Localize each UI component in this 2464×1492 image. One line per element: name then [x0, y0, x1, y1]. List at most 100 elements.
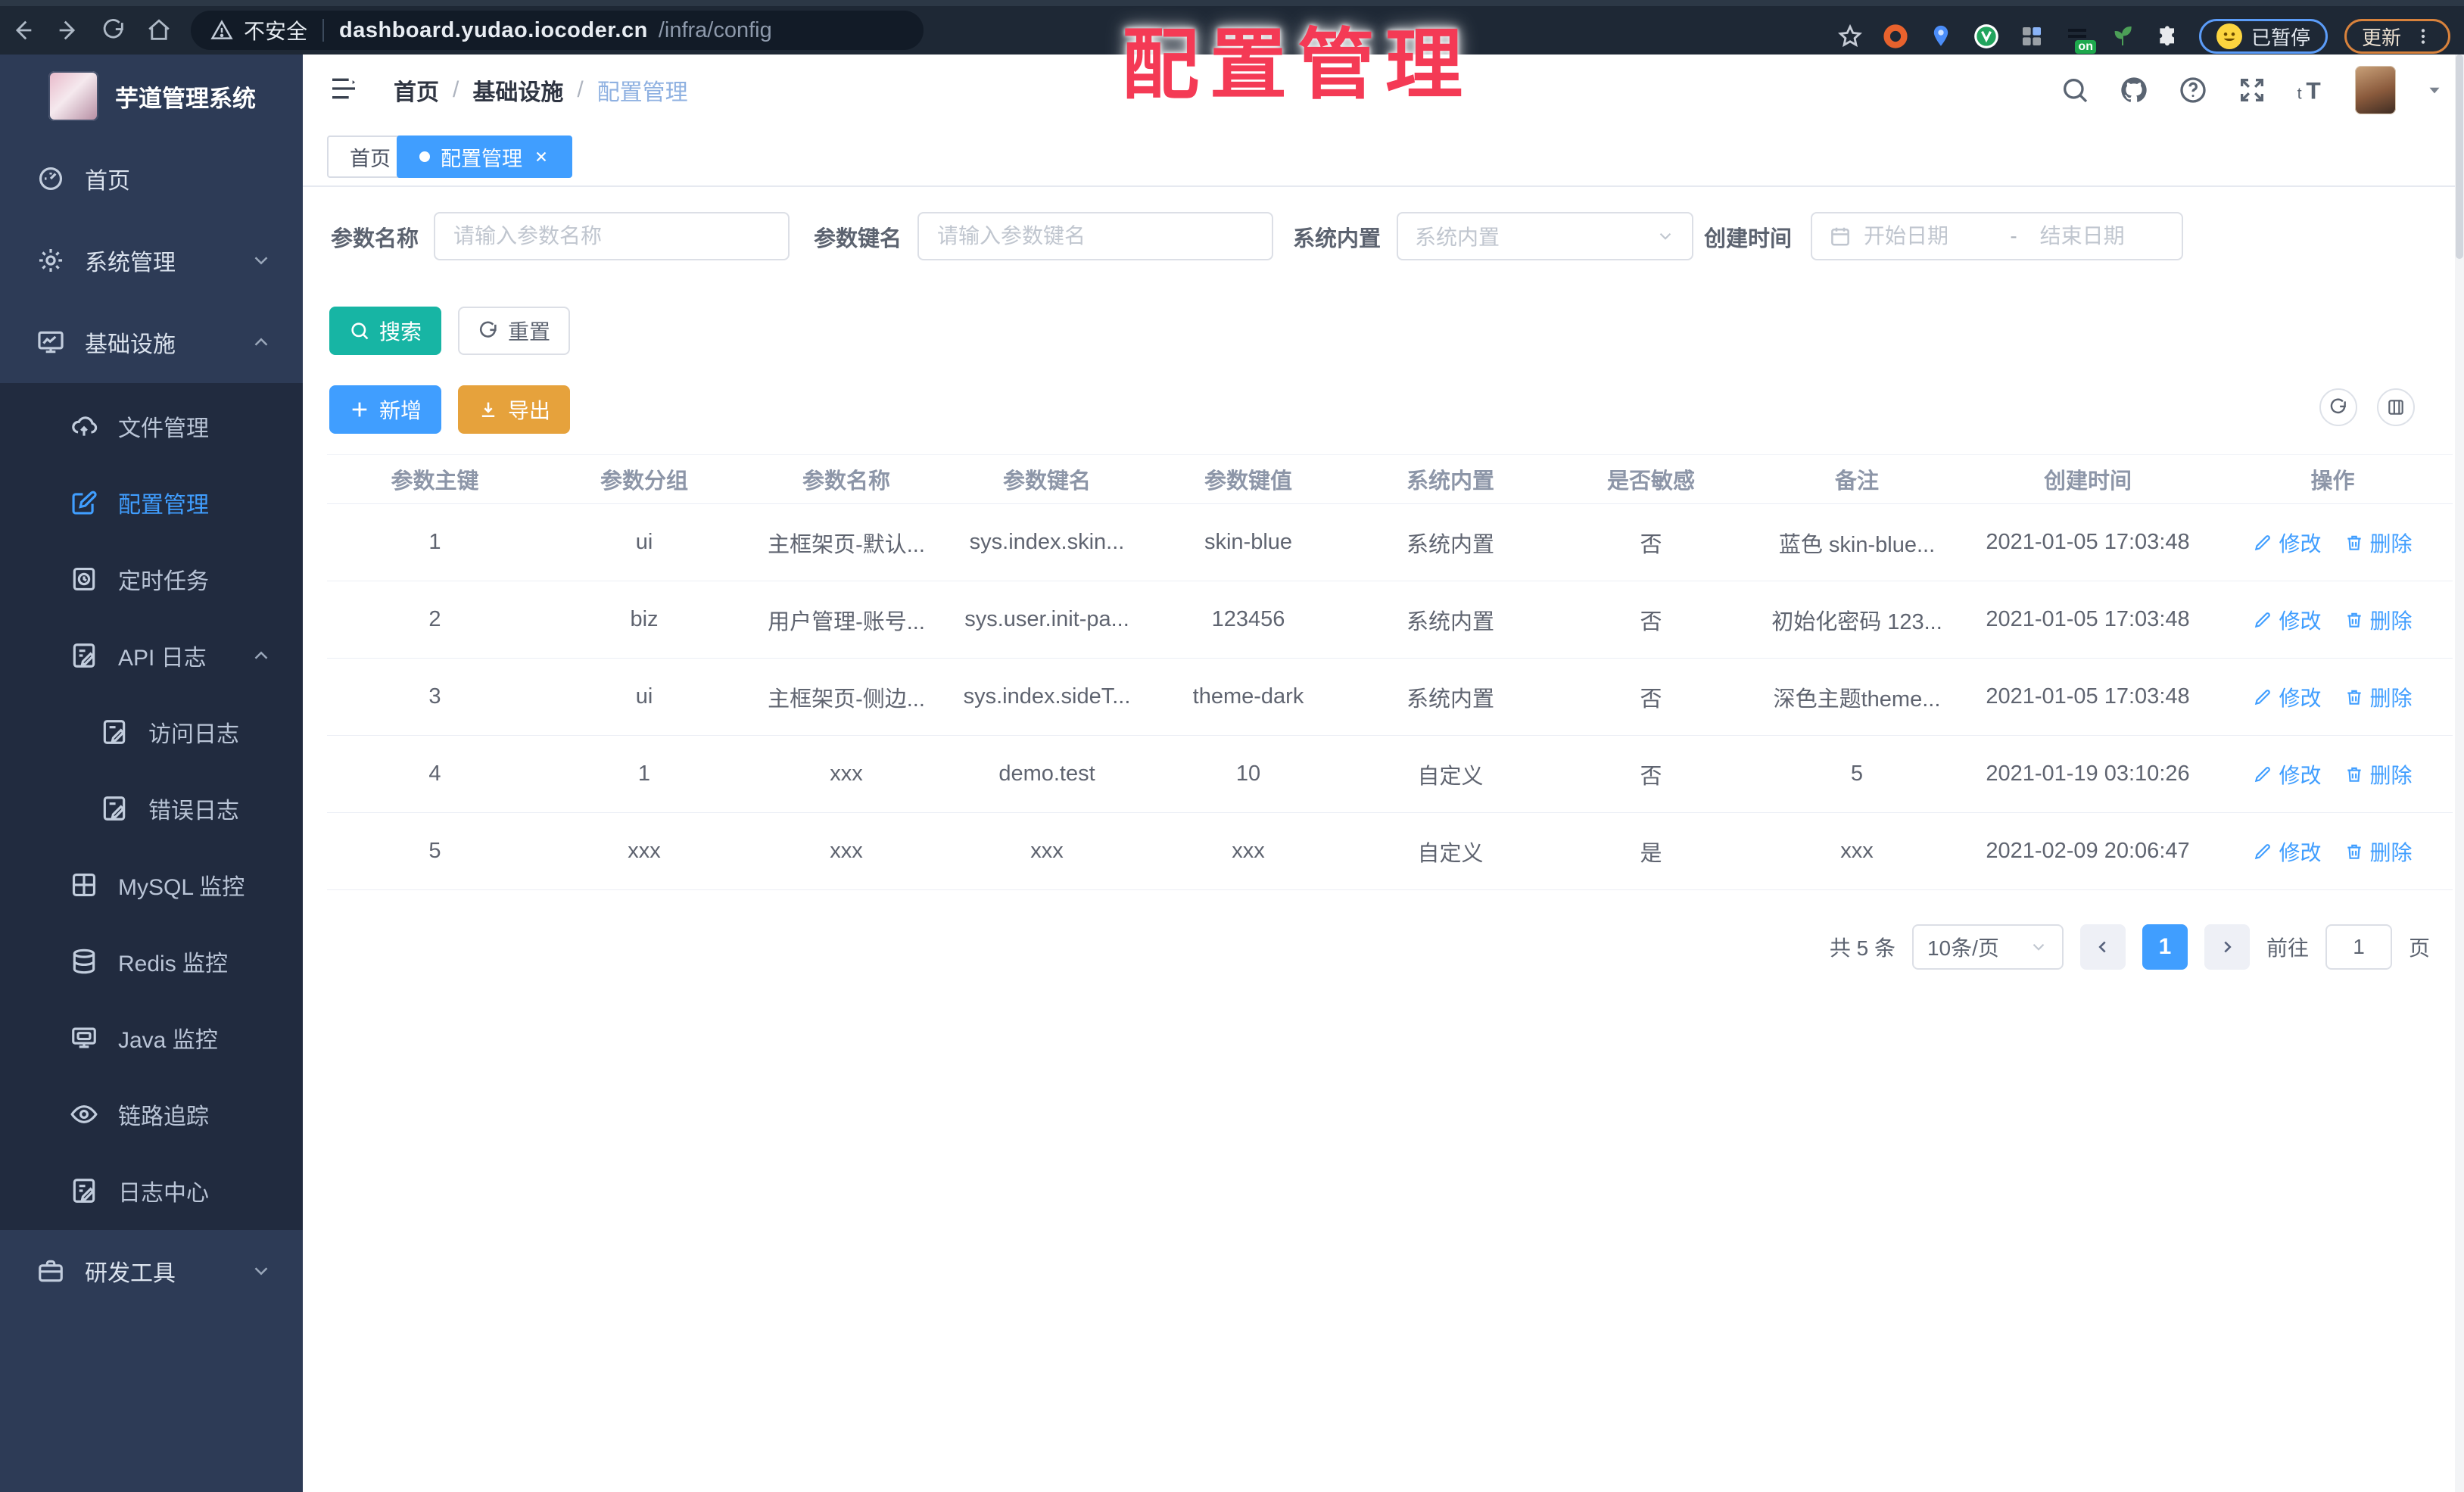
gear-icon: [36, 246, 65, 275]
reload-icon[interactable]: [91, 8, 136, 53]
extension-green-circle-icon[interactable]: [1972, 22, 2001, 51]
breadcrumb-home[interactable]: 首页: [394, 73, 439, 107]
cell-sensitive: 否: [1551, 735, 1751, 813]
cell-value: xxx: [1147, 812, 1350, 890]
edit-link[interactable]: 修改: [2253, 836, 2322, 867]
help-icon[interactable]: [2178, 75, 2208, 105]
extensions-puzzle-icon[interactable]: [2154, 22, 2182, 51]
date-start-input[interactable]: [1862, 223, 1992, 249]
search-button[interactable]: 搜索: [329, 307, 441, 355]
param-key-input-wrap: [917, 212, 1273, 260]
sidebar-item-file-manage[interactable]: 文件管理: [0, 388, 303, 464]
cell-value: skin-blue: [1147, 503, 1350, 581]
forward-icon[interactable]: [45, 8, 91, 53]
sidebar-item-error-log[interactable]: 错误日志: [0, 770, 303, 846]
sidebar-item-redis-monitor[interactable]: Redis 监控: [0, 923, 303, 999]
tab-config-manage[interactable]: 配置管理: [397, 135, 572, 178]
calendar-icon: [1829, 225, 1852, 248]
table-row: 1 ui 主框架页-默认... sys.index.skin... skin-b…: [327, 503, 2453, 581]
add-button[interactable]: 新增: [329, 385, 441, 434]
breadcrumb-infra[interactable]: 基础设施: [472, 73, 563, 107]
column-settings-button[interactable]: [2377, 388, 2415, 426]
sidebar-item-scheduled-jobs[interactable]: 定时任务: [0, 540, 303, 617]
prev-page-button[interactable]: [2079, 924, 2126, 970]
edit-link[interactable]: 修改: [2253, 605, 2322, 635]
scrollbar-thumb[interactable]: [2456, 55, 2463, 259]
home-icon[interactable]: [136, 8, 182, 53]
profile-paused-pill[interactable]: 已暂停: [2198, 19, 2328, 54]
scrollbar-track[interactable]: [2455, 55, 2464, 1492]
briefcase-icon: [36, 1257, 65, 1285]
back-icon[interactable]: [0, 8, 45, 53]
kebab-menu-icon: [2421, 29, 2425, 44]
edit-label: 修改: [2279, 531, 2322, 556]
download-icon: [481, 402, 495, 418]
user-menu-caret-icon[interactable]: [2425, 80, 2444, 100]
page-size-select[interactable]: 10条/页: [1911, 924, 2064, 970]
delete-link[interactable]: 删除: [2344, 759, 2413, 790]
export-button[interactable]: 导出: [458, 385, 570, 434]
cell-id: 4: [327, 735, 543, 813]
sidebar-item-home[interactable]: 首页: [0, 138, 303, 220]
delete-link[interactable]: 删除: [2344, 528, 2413, 558]
edit-link[interactable]: 修改: [2253, 759, 2322, 790]
param-key-input[interactable]: [936, 223, 1255, 249]
security-label[interactable]: 不安全: [244, 15, 307, 45]
delete-link[interactable]: 删除: [2344, 836, 2413, 867]
sidebar-item-dev-tools[interactable]: 研发工具: [0, 1230, 303, 1312]
trash-icon: [2347, 844, 2361, 859]
param-name-input[interactable]: [452, 223, 771, 249]
chevron-up-icon: [250, 331, 273, 354]
filter-form: 参数名称 参数键名 系统内置 系统内置 创建时间 -: [303, 212, 2464, 262]
refresh-table-button[interactable]: [2319, 388, 2357, 426]
next-page-button[interactable]: [2204, 924, 2250, 970]
config-table: 参数主键 参数分组 参数名称 参数键名 参数键值 系统内置 是否敏感 备注 创建…: [327, 454, 2453, 890]
goto-page-input[interactable]: [2325, 924, 2392, 970]
url-bar[interactable]: 不安全 dashboard.yudao.iocoder.cn/infra/con…: [191, 11, 924, 50]
extension-grid-icon[interactable]: [2017, 22, 2046, 51]
font-size-icon[interactable]: tT: [2296, 75, 2326, 105]
delete-link[interactable]: 删除: [2344, 682, 2413, 712]
bookmark-star-icon[interactable]: [1836, 22, 1864, 51]
sidebar-item-mysql-monitor[interactable]: MySQL 监控: [0, 846, 303, 923]
sidebar-item-infra[interactable]: 基础设施: [0, 301, 303, 383]
delete-label: 删除: [2369, 840, 2413, 864]
app-logo[interactable]: 芋道管理系统: [0, 55, 303, 138]
date-end-input[interactable]: [2038, 223, 2168, 249]
log-icon: [100, 794, 129, 823]
sidebar-toggle-icon[interactable]: [329, 73, 362, 107]
column-header: 参数键值: [1147, 454, 1350, 504]
builtin-select[interactable]: 系统内置: [1397, 212, 1693, 260]
column-header: 参数主键: [327, 454, 543, 504]
extension-pin-icon[interactable]: [1927, 22, 1955, 51]
sidebar-item-config-manage[interactable]: 配置管理: [0, 464, 303, 540]
sidebar-item-trace[interactable]: 链路追踪: [0, 1076, 303, 1152]
user-avatar[interactable]: [2355, 65, 2396, 114]
extension-donut-icon[interactable]: [1881, 22, 1910, 51]
sidebar-item-access-log[interactable]: 访问日志: [0, 693, 303, 770]
chevron-down-icon: [250, 1260, 273, 1282]
edit-link[interactable]: 修改: [2253, 682, 2322, 712]
sidebar-item-api-log[interactable]: API 日志: [0, 617, 303, 693]
fullscreen-icon[interactable]: [2237, 75, 2267, 105]
reset-button[interactable]: 重置: [458, 307, 570, 355]
sidebar-item-system[interactable]: 系统管理: [0, 220, 303, 301]
browser-update-pill[interactable]: 更新: [2344, 19, 2450, 54]
search-icon[interactable]: [2060, 75, 2090, 105]
breadcrumb-current: 配置管理: [597, 79, 688, 105]
extension-list-on-icon[interactable]: on: [2063, 22, 2096, 54]
extension-plant-icon[interactable]: [2108, 22, 2137, 51]
current-page-button[interactable]: 1: [2142, 924, 2188, 970]
date-range-picker[interactable]: -: [1811, 212, 2183, 260]
sidebar-item-log-center[interactable]: 日志中心: [0, 1152, 303, 1229]
cell-name: 用户管理-账号...: [746, 581, 947, 659]
cell-id: 1: [327, 503, 543, 581]
column-header: 参数键名: [947, 454, 1147, 504]
delete-link[interactable]: 删除: [2344, 605, 2413, 635]
sidebar-item-java-monitor[interactable]: Java 监控: [0, 999, 303, 1076]
table-row: 3 ui 主框架页-侧边... sys.index.sideT... theme…: [327, 658, 2453, 736]
edit-link[interactable]: 修改: [2253, 528, 2322, 558]
github-icon[interactable]: [2119, 75, 2149, 105]
sidebar-item-label: 基础设施: [85, 332, 176, 357]
close-icon[interactable]: [533, 148, 550, 165]
